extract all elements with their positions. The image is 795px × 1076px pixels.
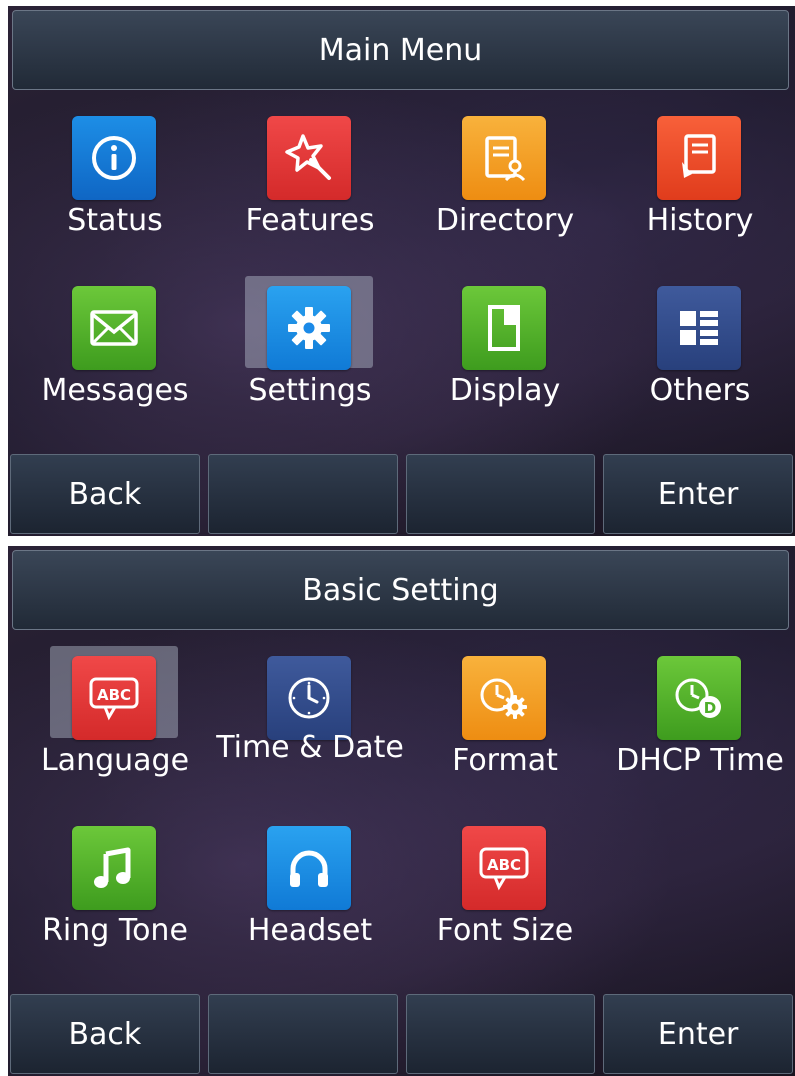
svg-text:ABC: ABC — [97, 686, 131, 704]
menu-item-messages[interactable]: Messages — [20, 268, 210, 428]
envelope-icon — [72, 286, 156, 370]
menu-item-label: Display — [449, 373, 561, 408]
grid-list-icon — [657, 286, 741, 370]
menu-item-label: Language — [40, 743, 190, 778]
softkey-bar: Back Enter — [10, 994, 793, 1076]
menu-item-label: Headset — [247, 913, 373, 948]
menu-item-label: Directory — [435, 203, 575, 238]
menu-item-format[interactable]: Format — [410, 638, 600, 798]
softkey-3[interactable] — [405, 454, 596, 534]
menu-item-label: Ring Tone — [42, 913, 188, 948]
menu-item-status[interactable]: Status — [20, 98, 210, 258]
menu-item-label: History — [646, 203, 754, 238]
display-icon — [462, 286, 546, 370]
headset-icon — [267, 826, 351, 910]
enter-button[interactable]: Enter — [603, 454, 793, 534]
page-title: Main Menu — [12, 10, 789, 90]
menu-item-label: Messages — [41, 373, 189, 408]
menu-item-display[interactable]: Display — [410, 268, 600, 428]
menu-item-label: Time & Date — [216, 730, 404, 765]
clock-icon — [267, 656, 351, 740]
menu-item-settings[interactable]: Settings — [215, 268, 405, 428]
abc-speech-icon: ABC — [72, 656, 156, 740]
clock-dhcp-icon: D — [657, 656, 741, 740]
menu-item-label: Status — [67, 203, 163, 238]
enter-button[interactable]: Enter — [603, 994, 793, 1074]
menu-item-others[interactable]: Others — [605, 268, 795, 428]
back-button[interactable]: Back — [10, 994, 200, 1074]
info-icon — [72, 116, 156, 200]
softkey-3[interactable] — [405, 994, 596, 1074]
softkey-2[interactable] — [207, 994, 398, 1074]
directory-book-icon — [462, 116, 546, 200]
svg-text:D: D — [704, 699, 716, 717]
menu-item-dhcp-time[interactable]: D DHCP Time — [605, 638, 795, 798]
back-button[interactable]: Back — [10, 454, 200, 534]
menu-item-headset[interactable]: Headset — [215, 808, 405, 968]
basic-setting-screen: Basic Setting ABC Language Time & Date F… — [8, 546, 795, 1076]
menu-item-features[interactable]: Features — [215, 98, 405, 258]
menu-item-time-date[interactable]: Time & Date — [215, 638, 405, 798]
menu-item-font-size[interactable]: ABC Font Size — [410, 808, 600, 968]
menu-item-label: Format — [452, 743, 558, 778]
menu-item-label: Others — [649, 373, 751, 408]
softkey-bar: Back Enter — [10, 454, 793, 536]
clock-gear-icon — [462, 656, 546, 740]
menu-item-label: Features — [245, 203, 375, 238]
menu-item-ring-tone[interactable]: Ring Tone — [20, 808, 210, 968]
menu-item-label: Settings — [248, 373, 372, 408]
main-menu-screen: Main Menu Status Features Directory Hist… — [8, 6, 795, 536]
softkey-2[interactable] — [207, 454, 398, 534]
gear-icon — [267, 286, 351, 370]
page-title: Basic Setting — [12, 550, 789, 630]
menu-item-history[interactable]: History — [605, 98, 795, 258]
history-icon — [657, 116, 741, 200]
menu-item-label: DHCP Time — [616, 743, 784, 778]
menu-item-language[interactable]: ABC Language — [20, 638, 210, 798]
svg-text:ABC: ABC — [487, 856, 521, 874]
magic-star-icon — [267, 116, 351, 200]
menu-item-label: Font Size — [436, 913, 574, 948]
music-note-icon — [72, 826, 156, 910]
menu-item-directory[interactable]: Directory — [410, 98, 600, 258]
abc-speech-icon: ABC — [462, 826, 546, 910]
